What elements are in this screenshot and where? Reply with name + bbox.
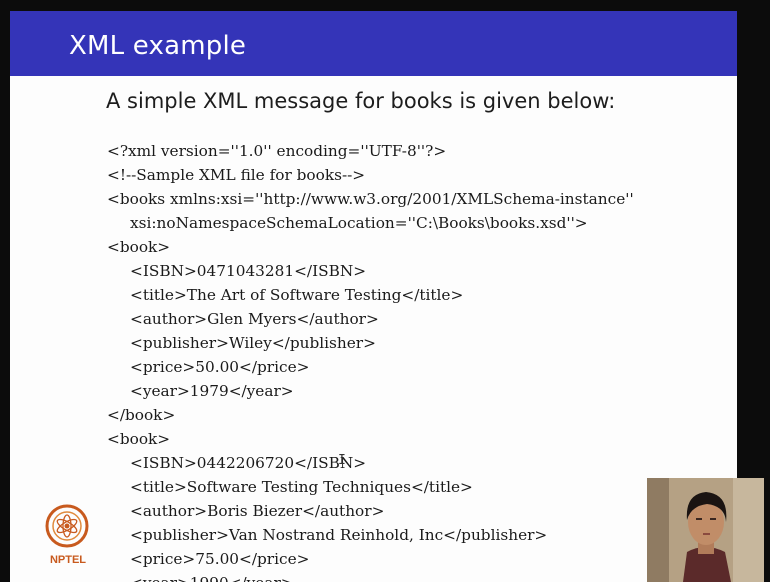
code-line: <book>	[107, 238, 171, 256]
lecture-video-frame: XML example A simple XML message for boo…	[0, 0, 770, 582]
code-line: <!--Sample XML file for books-->	[107, 166, 366, 184]
code-line: <title>Software Testing Techniques</titl…	[130, 478, 473, 496]
code-line: <books xmlns:xsi=''http://www.w3.org/200…	[107, 190, 634, 208]
code-line: <ISBN>0442206720</ISBN>	[130, 454, 367, 472]
code-line: <?xml version=''1.0'' encoding=''UTF-8''…	[107, 142, 447, 160]
xml-code-block: <?xml version=''1.0'' encoding=''UTF-8''…	[107, 139, 634, 582]
slide-title: XML example	[69, 31, 247, 61]
code-line: <price>75.00</price>	[130, 550, 310, 568]
code-line: <price>50.00</price>	[130, 358, 310, 376]
nptel-logo-text: NPTEL	[49, 554, 87, 566]
code-line: </book>	[107, 406, 176, 424]
code-line: xsi:noNamespaceSchemaLocation=''C:\Books…	[130, 214, 588, 232]
code-line: <ISBN>0471043281</ISBN>	[130, 262, 367, 280]
code-line: <title>The Art of Software Testing</titl…	[130, 286, 464, 304]
code-line: <book>	[107, 430, 171, 448]
presenter-webcam	[647, 478, 764, 582]
text-cursor-icon: I	[338, 453, 346, 468]
slide: XML example A simple XML message for boo…	[10, 11, 737, 582]
slide-intro-text: A simple XML message for books is given …	[106, 89, 616, 113]
slide-title-bar: XML example	[10, 11, 737, 76]
code-line: <year>1979</year>	[130, 382, 294, 400]
code-line: <publisher>Wiley</publisher>	[130, 334, 376, 352]
code-line: <year>1990</year>	[107, 571, 634, 582]
code-line: <author>Glen Myers</author>	[130, 310, 379, 328]
code-line: <author>Boris Biezer</author>	[130, 502, 385, 520]
code-line: <publisher>Van Nostrand Reinhold, Inc</p…	[130, 526, 548, 544]
